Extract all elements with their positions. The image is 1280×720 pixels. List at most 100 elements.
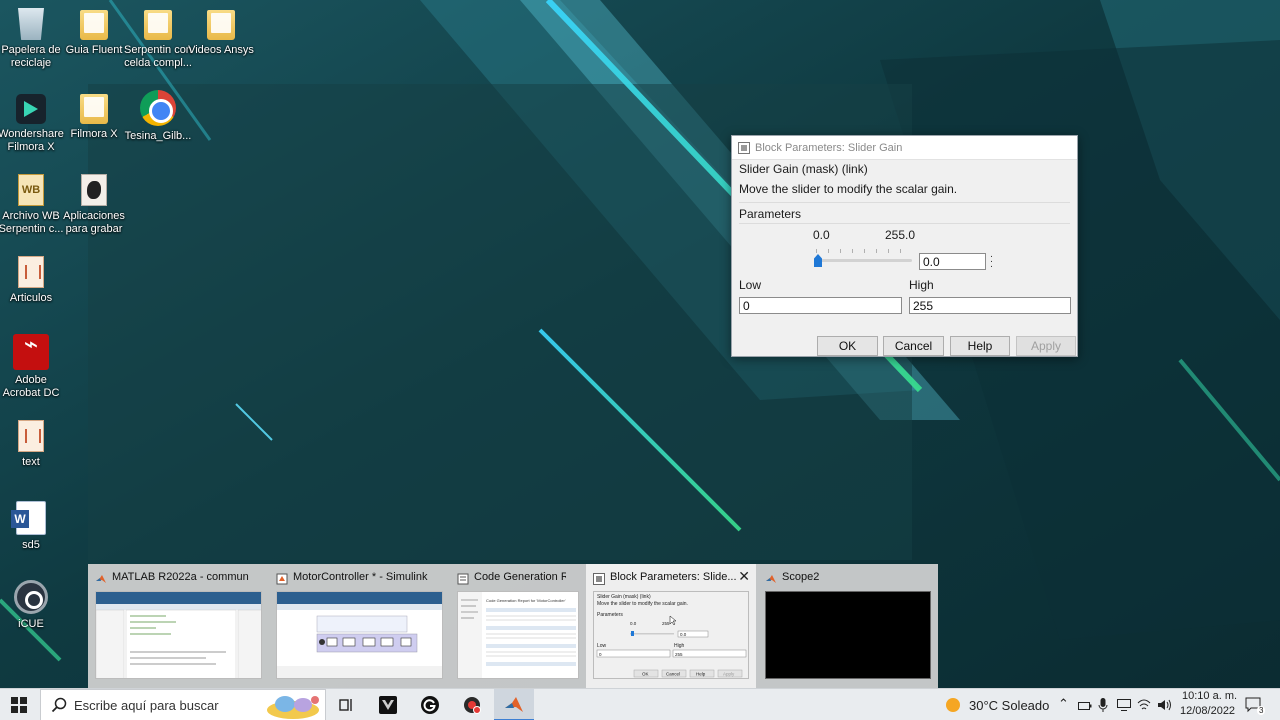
windows-start-icon[interactable] bbox=[11, 697, 27, 713]
simulink-icon bbox=[276, 572, 288, 585]
desktop-icon-acrobat[interactable]: Adobe Acrobat DC bbox=[0, 334, 67, 400]
microphone-icon[interactable] bbox=[1098, 697, 1108, 718]
filmora-icon bbox=[16, 94, 46, 124]
weather-text[interactable]: 30°C Soleado bbox=[969, 698, 1049, 713]
high-label: High bbox=[909, 278, 934, 292]
high-field[interactable] bbox=[909, 297, 1071, 314]
taskbar-preview-strip: MATLAB R2022a - community a... MotorCont… bbox=[88, 564, 938, 688]
network-icon[interactable] bbox=[1116, 698, 1132, 717]
desktop-icon-videos-ansys[interactable]: Videos Ansys bbox=[185, 6, 257, 57]
svg-text:Help: Help bbox=[696, 672, 706, 677]
dialog-titlebar[interactable]: Block Parameters: Slider Gain bbox=[732, 136, 1077, 160]
window-preview: Code Generation Report for 'MotorControl… bbox=[457, 591, 579, 679]
block-parameters-dialog: Block Parameters: Slider Gain Slider Gai… bbox=[731, 135, 1078, 357]
task-view-button[interactable] bbox=[326, 689, 366, 720]
folder-icon bbox=[18, 420, 44, 452]
mouse-cursor-icon bbox=[669, 615, 677, 626]
gain-slider-track[interactable] bbox=[816, 259, 912, 262]
volume-icon[interactable] bbox=[1157, 698, 1173, 717]
window-thumbnail-title: Block Parameters: Slide... bbox=[610, 571, 736, 583]
acrobat-icon bbox=[13, 334, 49, 370]
apply-button[interactable]: Apply bbox=[1016, 336, 1076, 356]
desktop-icon-label: Guia Fluent bbox=[65, 44, 123, 56]
desktop-icon-label: iCUE bbox=[18, 618, 44, 630]
desktop-icon-label: Aplicaciones para grabar bbox=[63, 210, 125, 235]
desktop-icon-label: Videos Ansys bbox=[188, 44, 254, 56]
window-thumbnail-title: MotorController * - Simulink co... bbox=[293, 571, 430, 583]
chrome-icon bbox=[140, 90, 176, 126]
window-thumbnail-code-report[interactable]: Code Generation Rep... Code Generation R… bbox=[450, 564, 586, 688]
taskbar-app-predator[interactable] bbox=[368, 689, 408, 720]
taskbar-app-g[interactable] bbox=[410, 689, 450, 720]
desktop-icon-text[interactable]: text bbox=[0, 418, 67, 469]
slider-value-field[interactable] bbox=[919, 253, 986, 270]
taskbar-app-matlab[interactable] bbox=[494, 689, 534, 720]
clock-date[interactable]: 12/08/2022 bbox=[1180, 705, 1235, 717]
divider bbox=[739, 202, 1070, 203]
ok-button[interactable]: OK bbox=[817, 336, 878, 356]
desktop-icon-label: Papelera de reciclaje bbox=[1, 44, 61, 69]
simulink-block-icon bbox=[738, 141, 750, 154]
help-button[interactable]: Help bbox=[950, 336, 1010, 356]
desktop-icon-archivo-wb[interactable]: WB Archivo WB Serpentin c... bbox=[0, 172, 67, 236]
desktop-icon-guia-fluent[interactable]: Guia Fluent bbox=[58, 6, 130, 57]
window-thumbnail-title: Scope2 bbox=[782, 571, 820, 583]
folder-icon bbox=[18, 256, 44, 288]
matlab-icon bbox=[95, 572, 107, 584]
close-icon[interactable]: ✕ bbox=[738, 568, 750, 585]
window-thumbnail-matlab[interactable]: MATLAB R2022a - community a... bbox=[88, 564, 269, 688]
parameters-label: Parameters bbox=[739, 207, 802, 221]
folder-icon bbox=[80, 94, 108, 124]
desktop-icon-filmora-folder[interactable]: Filmora X bbox=[58, 90, 130, 141]
folder-icon bbox=[207, 10, 235, 40]
svg-text:0.0: 0.0 bbox=[680, 632, 687, 637]
show-hidden-icons-icon[interactable]: ⌃ bbox=[1058, 696, 1069, 712]
battery-icon[interactable] bbox=[1078, 699, 1092, 717]
low-label: Low bbox=[739, 278, 762, 292]
window-thumbnail-simulink[interactable]: MotorController * - Simulink co... bbox=[269, 564, 450, 688]
desktop-icon-recycle-bin[interactable]: Papelera de reciclaje bbox=[0, 6, 67, 70]
dialog-description: Move the slider to modify the scalar gai… bbox=[739, 182, 958, 196]
svg-text:0.0: 0.0 bbox=[630, 621, 637, 626]
svg-text:Move the slider to modify the: Move the slider to modify the scalar gai… bbox=[597, 601, 688, 607]
desktop-icon-tesina[interactable]: Tesina_Gilb... bbox=[122, 90, 194, 143]
desktop-icon-aplicaciones[interactable]: Aplicaciones para grabar bbox=[58, 172, 130, 236]
slider-min-label: 0.0 bbox=[813, 228, 830, 242]
cancel-button[interactable]: Cancel bbox=[883, 336, 944, 356]
desktop-icon-articulos[interactable]: Articulos bbox=[0, 254, 67, 305]
svg-text:Apply: Apply bbox=[723, 672, 735, 677]
low-field[interactable] bbox=[739, 297, 902, 314]
taskbar-app-recorder[interactable] bbox=[452, 689, 492, 720]
window-thumbnail-title: Code Generation Rep... bbox=[474, 571, 566, 583]
block-params-icon bbox=[593, 572, 605, 585]
svg-text:Low: Low bbox=[597, 643, 607, 649]
desktop-icon-label: Archivo WB Serpentin c... bbox=[0, 210, 64, 235]
clock-time[interactable]: 10:10 a. m. bbox=[1182, 690, 1237, 702]
icue-icon bbox=[14, 580, 48, 614]
desktop-icon-serpentin[interactable]: Serpentin con celda compl... bbox=[122, 6, 194, 70]
wifi-icon[interactable] bbox=[1137, 698, 1151, 717]
desktop-icon-label: Serpentin con celda compl... bbox=[124, 44, 192, 69]
window-preview: Slider Gain (mask) (link) Move the slide… bbox=[593, 591, 749, 679]
window-preview bbox=[276, 591, 443, 679]
window-thumbnail-title: MATLAB R2022a - community a... bbox=[112, 571, 249, 583]
more-options-icon[interactable]: · · · bbox=[988, 252, 995, 272]
app-shortcut-icon bbox=[81, 174, 107, 206]
svg-text:Cancel: Cancel bbox=[666, 672, 680, 677]
taskbar-search-box[interactable]: Escribe aquí para buscar bbox=[40, 689, 326, 720]
desktop-icon-label: Articulos bbox=[9, 292, 53, 304]
desktop-icon-filmora-app[interactable]: Wondershare Filmora X bbox=[0, 90, 67, 154]
window-thumbnail-scope[interactable]: Scope2 bbox=[758, 564, 938, 688]
slider-max-label: 255.0 bbox=[885, 228, 916, 242]
notification-count-badge: 3 bbox=[1257, 706, 1266, 715]
weather-sun-icon[interactable] bbox=[945, 697, 961, 718]
window-preview bbox=[95, 591, 262, 679]
code-report-heading: Code Generation Report for 'MotorControl… bbox=[486, 598, 566, 603]
svg-text:Parameters: Parameters bbox=[597, 612, 623, 618]
desktop-icon-icue[interactable]: iCUE bbox=[0, 580, 67, 631]
word-doc-icon bbox=[11, 501, 46, 535]
gain-slider-thumb[interactable] bbox=[814, 254, 822, 267]
desktop-icon-sd5[interactable]: sd5 bbox=[0, 500, 67, 552]
window-thumbnail-block-params[interactable]: Block Parameters: Slide... ✕ Slider Gain… bbox=[586, 564, 756, 688]
report-icon bbox=[457, 572, 469, 585]
